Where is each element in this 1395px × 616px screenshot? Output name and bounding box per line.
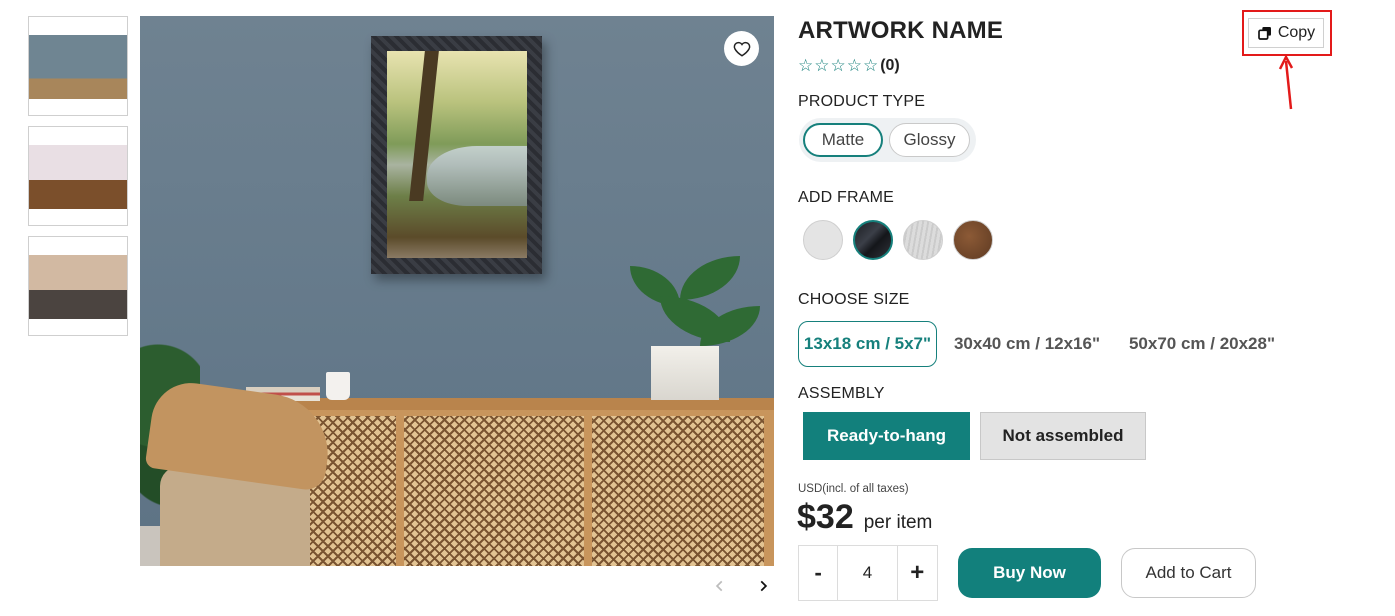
product-type-selector: Matte Glossy [799,118,976,162]
add-to-cart-button[interactable]: Add to Cart [1121,548,1256,598]
size-option-13x18[interactable]: 13x18 cm / 5x7" [798,321,937,367]
frame-swatch-silver[interactable] [903,220,943,260]
thumbnail-3[interactable] [28,236,128,336]
copy-label: Copy [1277,24,1316,41]
sideboard-lattice [592,416,764,566]
price-note: USD(incl. of all taxes) [798,483,909,495]
thumbnail-image [29,35,127,99]
thumbnail-1[interactable] [28,16,128,116]
price: $32 per item [797,498,932,537]
price-amount: $32 [797,498,854,536]
prev-image-button[interactable] [708,574,732,598]
assembly-not-assembled[interactable]: Not assembled [980,412,1146,460]
assembly-label: ASSEMBLY [798,385,885,402]
framed-artwork [371,36,542,274]
favorite-button[interactable] [724,31,759,66]
rating[interactable]: ☆☆☆☆☆ (0) [798,56,900,76]
quantity-increase-button[interactable]: + [898,546,937,600]
mug [326,372,350,400]
type-option-matte[interactable]: Matte [803,123,883,157]
chevron-right-icon [760,580,768,592]
price-unit: per item [863,512,933,533]
next-image-button[interactable] [751,574,775,598]
heart-icon [733,41,750,57]
quantity-stepper: - 4 + [798,545,938,601]
chevron-left-icon [715,580,723,592]
add-frame-label: ADD FRAME [798,189,895,206]
artwork-river [427,146,527,206]
choose-size-label: CHOOSE SIZE [798,291,910,308]
frame-swatch-white[interactable] [803,220,843,260]
frame-swatch-black[interactable] [853,220,893,260]
size-option-50x70[interactable]: 50x70 cm / 20x28" [1117,321,1287,367]
quantity-value[interactable]: 4 [838,546,898,600]
product-type-label: PRODUCT TYPE [798,93,926,110]
rating-count: (0) [880,57,900,74]
quantity-decrease-button[interactable]: - [799,546,839,600]
frame-swatch-wood[interactable] [953,220,993,260]
main-product-image [140,16,774,566]
buy-now-button[interactable]: Buy Now [958,548,1101,598]
thumbnail-image [29,145,127,209]
sideboard-lattice [404,416,584,566]
thumbnail-2[interactable] [28,126,128,226]
plant-leaf [680,256,740,300]
plant-pot [651,346,719,400]
annotation-arrow [1278,55,1294,110]
thumbnail-image [29,255,127,319]
type-option-glossy[interactable]: Glossy [889,123,970,157]
copy-icon [1257,27,1271,40]
copy-button[interactable]: Copy [1248,18,1324,48]
product-title: ARTWORK NAME [798,17,1004,44]
assembly-ready-to-hang[interactable]: Ready-to-hang [803,412,970,460]
size-option-30x40[interactable]: 30x40 cm / 12x16" [946,321,1108,367]
rating-stars[interactable]: ☆☆☆☆☆ [798,56,879,76]
artwork-canvas [387,51,527,258]
